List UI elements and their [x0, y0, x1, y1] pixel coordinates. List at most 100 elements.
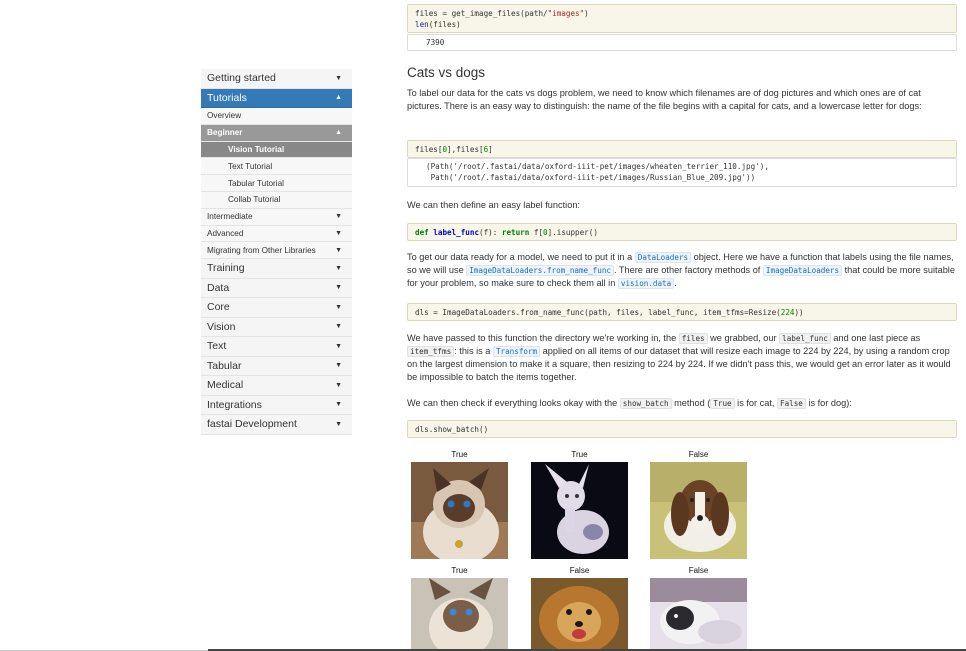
- link-imagedataloaders[interactable]: ImageDataLoaders: [762, 264, 843, 276]
- sidebar-item-data[interactable]: Data ▼: [201, 278, 352, 299]
- sidebar-item-label: Beginner: [207, 128, 243, 138]
- sidebar-item-vision-tutorial[interactable]: Vision Tutorial: [201, 141, 352, 159]
- text: we grabbed, our: [707, 333, 780, 343]
- text: : this is a: [454, 345, 493, 356]
- output-text: (Path('/root/.fastai/data/oxford-iiit-pe…: [426, 162, 769, 171]
- batch-caption: False: [688, 566, 709, 575]
- sidebar-item-label: Text Tutorial: [228, 161, 273, 171]
- sidebar-item-core[interactable]: Core ▼: [201, 298, 352, 318]
- code-cell-get-files[interactable]: files = get_image_files(path/"images") l…: [407, 4, 957, 33]
- sidebar-item-label: Vision: [207, 320, 236, 333]
- batch-image-dog: [650, 462, 747, 559]
- chevron-up-icon: ▲: [335, 129, 342, 137]
- code-cell-dls[interactable]: dls = ImageDataLoaders.from_name_func(pa…: [407, 303, 957, 321]
- inline-code: label_func: [779, 333, 831, 344]
- code-cell-label-func[interactable]: def label_func(f): return f[0].isupper(): [407, 223, 957, 241]
- chevron-down-icon: ▼: [335, 74, 342, 82]
- text: . There are other factory methods of: [613, 264, 763, 275]
- chevron-down-icon: ▼: [335, 401, 342, 409]
- inline-code: item_tfms: [407, 345, 455, 357]
- sidebar-item-intermediate[interactable]: Intermediate ▼: [201, 208, 352, 226]
- text: To get our data ready for a model, we ne…: [407, 252, 635, 262]
- sidebar-item-medical[interactable]: Medical ▼: [201, 376, 352, 396]
- sidebar-item-label: fastai Development: [207, 418, 297, 431]
- chevron-down-icon: ▼: [335, 213, 342, 221]
- code-text: files[: [415, 145, 443, 154]
- sidebar-item-migrating-from-other-libraries[interactable]: Migrating from Other Libraries ▼: [201, 242, 352, 260]
- sidebar-item-label: Text: [207, 340, 227, 353]
- sidebar-item-overview[interactable]: Overview: [201, 108, 352, 125]
- sidebar-item-text[interactable]: Text ▼: [201, 337, 352, 357]
- output-text: 7390: [426, 38, 445, 47]
- batch-caption: True: [451, 566, 468, 575]
- sidebar-item-tabular-tutorial[interactable]: Tabular Tutorial: [201, 175, 352, 192]
- text: .: [674, 277, 677, 288]
- sidebar-item-tabular[interactable]: Tabular ▼: [201, 356, 352, 377]
- chevron-down-icon: ▼: [335, 342, 342, 350]
- section-heading: Cats vs dogs: [407, 65, 486, 80]
- chevron-down-icon: ▼: [335, 303, 342, 311]
- sidebar-item-getting-started[interactable]: Getting started ▼: [201, 69, 352, 89]
- code-text: files = get_image_files(path/: [415, 9, 548, 18]
- chevron-down-icon: ▼: [335, 246, 342, 254]
- output-text: Path('/root/.fastai/data/oxford-iiit-pet…: [426, 172, 756, 182]
- sidebar-item-collab-tutorial[interactable]: Collab Tutorial: [201, 191, 352, 209]
- paragraph-label-fn: We can then define an easy label functio…: [407, 200, 580, 210]
- code-cell-show-batch[interactable]: dls.show_batch(): [407, 420, 957, 438]
- sidebar-item-label: Collab Tutorial: [228, 195, 281, 205]
- sidebar-item-training[interactable]: Training ▼: [201, 259, 352, 279]
- sidebar-item-label: Getting started: [207, 72, 276, 85]
- text: We have passed to this function the dire…: [407, 333, 679, 343]
- sidebar-item-label: Core: [207, 301, 230, 314]
- sidebar-item-label: Migrating from Other Libraries: [207, 245, 316, 255]
- link-dataloaders[interactable]: DataLoaders: [634, 252, 692, 263]
- chevron-down-icon: ▼: [335, 381, 342, 389]
- batch-image-cat: [531, 462, 628, 559]
- code-text: f[: [529, 228, 544, 237]
- batch-caption: True: [571, 450, 588, 459]
- code-string: "images": [547, 9, 585, 18]
- text: is for dog):: [805, 398, 852, 408]
- sidebar-item-text-tutorial[interactable]: Text Tutorial: [201, 158, 352, 176]
- text: method (: [671, 398, 711, 408]
- sidebar-item-fastai-development[interactable]: fastai Development ▼: [201, 415, 352, 435]
- inline-code: files: [678, 333, 708, 344]
- chevron-down-icon: ▼: [335, 323, 342, 331]
- sidebar-item-beginner[interactable]: Beginner ▲: [201, 124, 352, 142]
- sidebar-item-integrations[interactable]: Integrations ▼: [201, 395, 352, 416]
- code-text: ],files[: [447, 145, 484, 154]
- code-text: dls = ImageDataLoaders.from_name_func(pa…: [415, 308, 781, 317]
- inline-code: False: [777, 398, 806, 409]
- sidebar-item-label: Overview: [207, 111, 242, 121]
- sidebar-item-tutorials[interactable]: Tutorials ▲: [201, 88, 352, 108]
- sidebar-item-label: Integrations: [207, 398, 262, 411]
- code-function: label_func: [433, 228, 480, 237]
- sidebar-item-label: Tutorials: [207, 91, 247, 104]
- code-text: ].isupper(): [547, 228, 598, 237]
- code-number: 224: [780, 308, 795, 317]
- sidebar-item-label: Intermediate: [207, 212, 253, 222]
- text: and one last piece as: [830, 333, 921, 343]
- code-function: len: [415, 19, 429, 29]
- batch-image-dog: [650, 578, 747, 649]
- chevron-down-icon: ▼: [335, 264, 342, 272]
- link-vision-data[interactable]: vision.data: [617, 277, 675, 289]
- code-text: ]: [488, 145, 493, 154]
- code-cell-files-index[interactable]: files[0],files[6]: [407, 140, 957, 158]
- sidebar-item-vision[interactable]: Vision ▼: [201, 317, 352, 338]
- link-from-name-func[interactable]: ImageDataLoaders.from_name_func: [466, 264, 614, 276]
- chevron-down-icon: ▼: [335, 362, 342, 370]
- output-cell-count: 7390: [407, 34, 957, 51]
- sidebar-item-label: Advanced: [207, 228, 244, 238]
- link-transform[interactable]: Transform: [492, 345, 541, 357]
- paragraph-dataloaders: To get our data ready for a model, we ne…: [407, 251, 957, 290]
- code-keyword: def: [415, 228, 429, 237]
- batch-image-cat: [411, 578, 508, 649]
- output-cell-paths: (Path('/root/.fastai/data/oxford-iiit-pe…: [407, 158, 957, 187]
- sidebar-item-advanced[interactable]: Advanced ▼: [201, 225, 352, 243]
- batch-image-dog: [531, 578, 628, 649]
- sidebar-item-label: Medical: [207, 379, 244, 392]
- batch-caption: False: [688, 450, 709, 459]
- sidebar-item-label: Data: [207, 281, 230, 294]
- sidebar-item-label: Tabular Tutorial: [228, 178, 284, 188]
